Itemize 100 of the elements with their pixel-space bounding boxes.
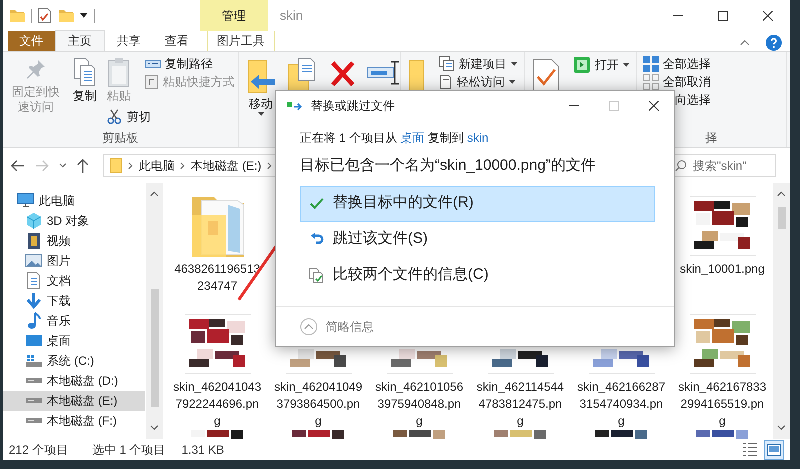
- file-name[interactable]: skin_4621010563975940848.png: [375, 379, 464, 430]
- scroll-up-icon[interactable]: [777, 191, 786, 197]
- copy-icon: [73, 57, 97, 89]
- group-label: 剪贴板: [102, 130, 140, 147]
- nav-item[interactable]: 下载: [3, 291, 145, 311]
- caret-icon[interactable]: [80, 13, 88, 18]
- details-view-icon: [742, 442, 758, 458]
- collapse-ribbon-icon[interactable]: [740, 40, 750, 46]
- chevron-icon[interactable]: [266, 162, 273, 170]
- ribbon-tab[interactable]: 主页: [55, 30, 105, 51]
- caret-icon: [623, 63, 630, 67]
- scrollbar-thumb[interactable]: [778, 207, 786, 229]
- file-name[interactable]: skin_10001.png: [678, 261, 767, 278]
- ribbon-button[interactable]: 全部选择: [640, 55, 714, 73]
- location-link[interactable]: skin: [467, 131, 489, 145]
- clipboard-icon: [107, 57, 131, 89]
- nav-item[interactable]: 文档: [3, 271, 145, 291]
- ribbon-button[interactable]: 新建项目: [436, 55, 521, 73]
- maximize-icon[interactable]: [718, 10, 728, 20]
- document-icon: [25, 272, 43, 290]
- file-name[interactable]: skin_4620410437922244696.png: [173, 379, 262, 430]
- paste-shortcut-icon: [145, 74, 159, 90]
- scroll-down-icon[interactable]: [150, 425, 159, 431]
- nav-item[interactable]: 此电脑: [3, 191, 145, 211]
- breadcrumb-item[interactable]: 本地磁盘 (E:): [191, 156, 262, 174]
- breadcrumb-item[interactable]: 此电脑: [139, 156, 175, 174]
- dialog-title: 替换或跳过文件: [311, 98, 395, 115]
- music-note-icon: [25, 312, 43, 330]
- view-button[interactable]: [764, 440, 784, 460]
- system-drive-icon: [25, 352, 43, 370]
- open-icon: [573, 56, 591, 74]
- ribbon-button[interactable]: 向选择: [640, 91, 714, 109]
- file-name[interactable]: skin_4621145444783812475.png: [476, 379, 565, 430]
- image-icon: [25, 252, 43, 270]
- folder-icon: [110, 158, 123, 174]
- ribbon-button[interactable]: 轻松访问: [436, 73, 519, 91]
- file-name[interactable]: skin_4621662873154740934.png: [577, 379, 666, 430]
- caret-icon: [509, 80, 516, 84]
- back-icon[interactable]: [11, 160, 25, 172]
- location-link[interactable]: 桌面: [400, 131, 425, 145]
- group-label: 择: [704, 130, 718, 147]
- nav-item[interactable]: 本地磁盘 (D:): [3, 371, 145, 391]
- scrollbar-thumb[interactable]: [150, 289, 158, 407]
- close-icon[interactable]: [762, 10, 772, 20]
- nav-item[interactable]: 视频: [3, 231, 145, 251]
- drive-icon: [25, 417, 43, 424]
- nav-item[interactable]: 本地磁盘 (E:): [3, 391, 145, 411]
- nav-item[interactable]: 3D 对象: [3, 211, 145, 231]
- drive-icon: [25, 377, 43, 384]
- ribbon-button[interactable]: 复制: [70, 55, 100, 106]
- chevron-icon[interactable]: [180, 162, 186, 170]
- file-name[interactable]: skin_4620410493793864500.png: [274, 379, 363, 430]
- download-icon: [25, 292, 43, 310]
- check-icon: [309, 196, 325, 212]
- cube-icon: [25, 212, 43, 230]
- chevron-icon[interactable]: [128, 162, 134, 170]
- dialog-option[interactable]: 比较两个文件的信息(C): [300, 258, 655, 294]
- caret-icon: [511, 62, 518, 66]
- search-icon: [675, 160, 687, 172]
- nav-item[interactable]: 桌面: [3, 331, 145, 351]
- nav-item[interactable]: 音乐: [3, 311, 145, 331]
- scroll-up-icon[interactable]: [150, 191, 159, 197]
- dialog-option[interactable]: 替换目标中的文件(R): [300, 186, 655, 222]
- status-text: 1.31 KB: [182, 442, 224, 459]
- caret-icon: [258, 112, 264, 116]
- ribbon-tab[interactable]: 查看: [153, 31, 201, 51]
- copy-dialog-icon: [287, 101, 303, 111]
- ribbon-button[interactable]: 打开: [570, 55, 633, 75]
- scissors-icon: [107, 109, 123, 125]
- details-toggle[interactable]: 简略信息: [300, 318, 374, 336]
- nav-item[interactable]: 本地磁盘 (F:): [3, 411, 145, 431]
- close-icon[interactable]: [649, 101, 659, 111]
- new-item-icon: [439, 56, 455, 72]
- context-tab-group-label: 管理: [200, 0, 268, 31]
- file-name[interactable]: 4638261196513234747: [173, 261, 262, 295]
- computer-icon: [17, 192, 35, 210]
- help-icon[interactable]: [766, 35, 782, 51]
- ribbon-button[interactable]: 复制路径: [142, 55, 216, 73]
- chevron-down-icon[interactable]: [59, 162, 67, 168]
- dialog-option[interactable]: 跳过该文件(S): [300, 222, 655, 258]
- select-all-icon: [643, 56, 659, 72]
- compare-icon: [309, 268, 325, 284]
- ribbon-tab[interactable]: 共享: [105, 31, 153, 51]
- nav-item[interactable]: 图片: [3, 251, 145, 271]
- status-text: 选中 1 个项目: [92, 442, 166, 459]
- ribbon-button[interactable]: 全部取消: [640, 73, 714, 91]
- window-title: skin: [279, 6, 304, 25]
- up-icon[interactable]: [77, 158, 89, 172]
- properties-icon[interactable]: [38, 8, 52, 24]
- drive-icon: [25, 397, 43, 404]
- scroll-down-icon[interactable]: [777, 425, 786, 431]
- large-icons-view-icon: [766, 442, 782, 458]
- chevron-up-icon: [300, 318, 318, 336]
- ribbon-button[interactable]: 剪切: [104, 108, 154, 126]
- copy-path-icon: [145, 58, 161, 70]
- film-icon: [25, 232, 43, 250]
- copy-status-text: 正在将 1 个项目从 桌面 复制到 skin: [300, 130, 490, 147]
- nav-item[interactable]: 系统 (C:): [3, 351, 145, 371]
- ribbon-tab[interactable]: 文件: [8, 31, 55, 51]
- file-name[interactable]: skin_4621678332994165519.png: [678, 379, 767, 430]
